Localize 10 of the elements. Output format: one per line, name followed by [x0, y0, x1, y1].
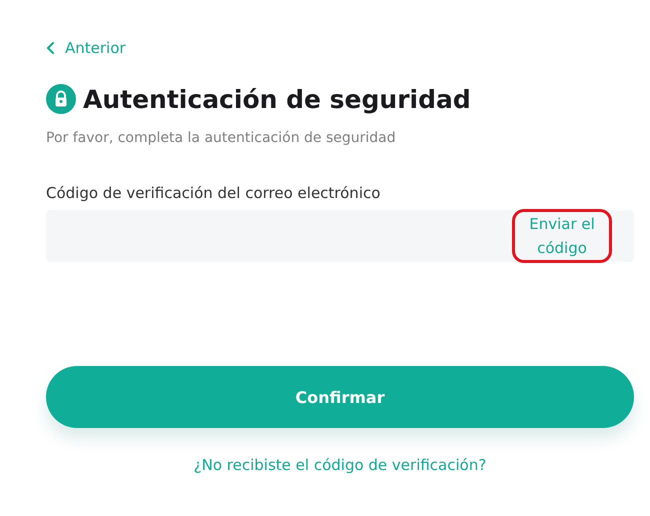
lock-icon	[46, 84, 76, 114]
subtitle: Por favor, completa la autenticación de seguridad	[46, 130, 397, 146]
help-link[interactable]: ¿No recibiste el código de verificación?	[194, 456, 486, 474]
page-title: Autenticación de seguridad	[83, 84, 471, 114]
chevron-left-icon	[46, 41, 55, 55]
field-label: Código de verificación del correo electrónico	[46, 184, 382, 202]
back-link[interactable]: Anterior	[46, 36, 126, 60]
confirm-button[interactable]: Confirmar	[46, 366, 634, 428]
send-code-link[interactable]: Enviar el código	[512, 209, 612, 263]
verification-code-field[interactable]: Enviar el código	[46, 210, 634, 262]
